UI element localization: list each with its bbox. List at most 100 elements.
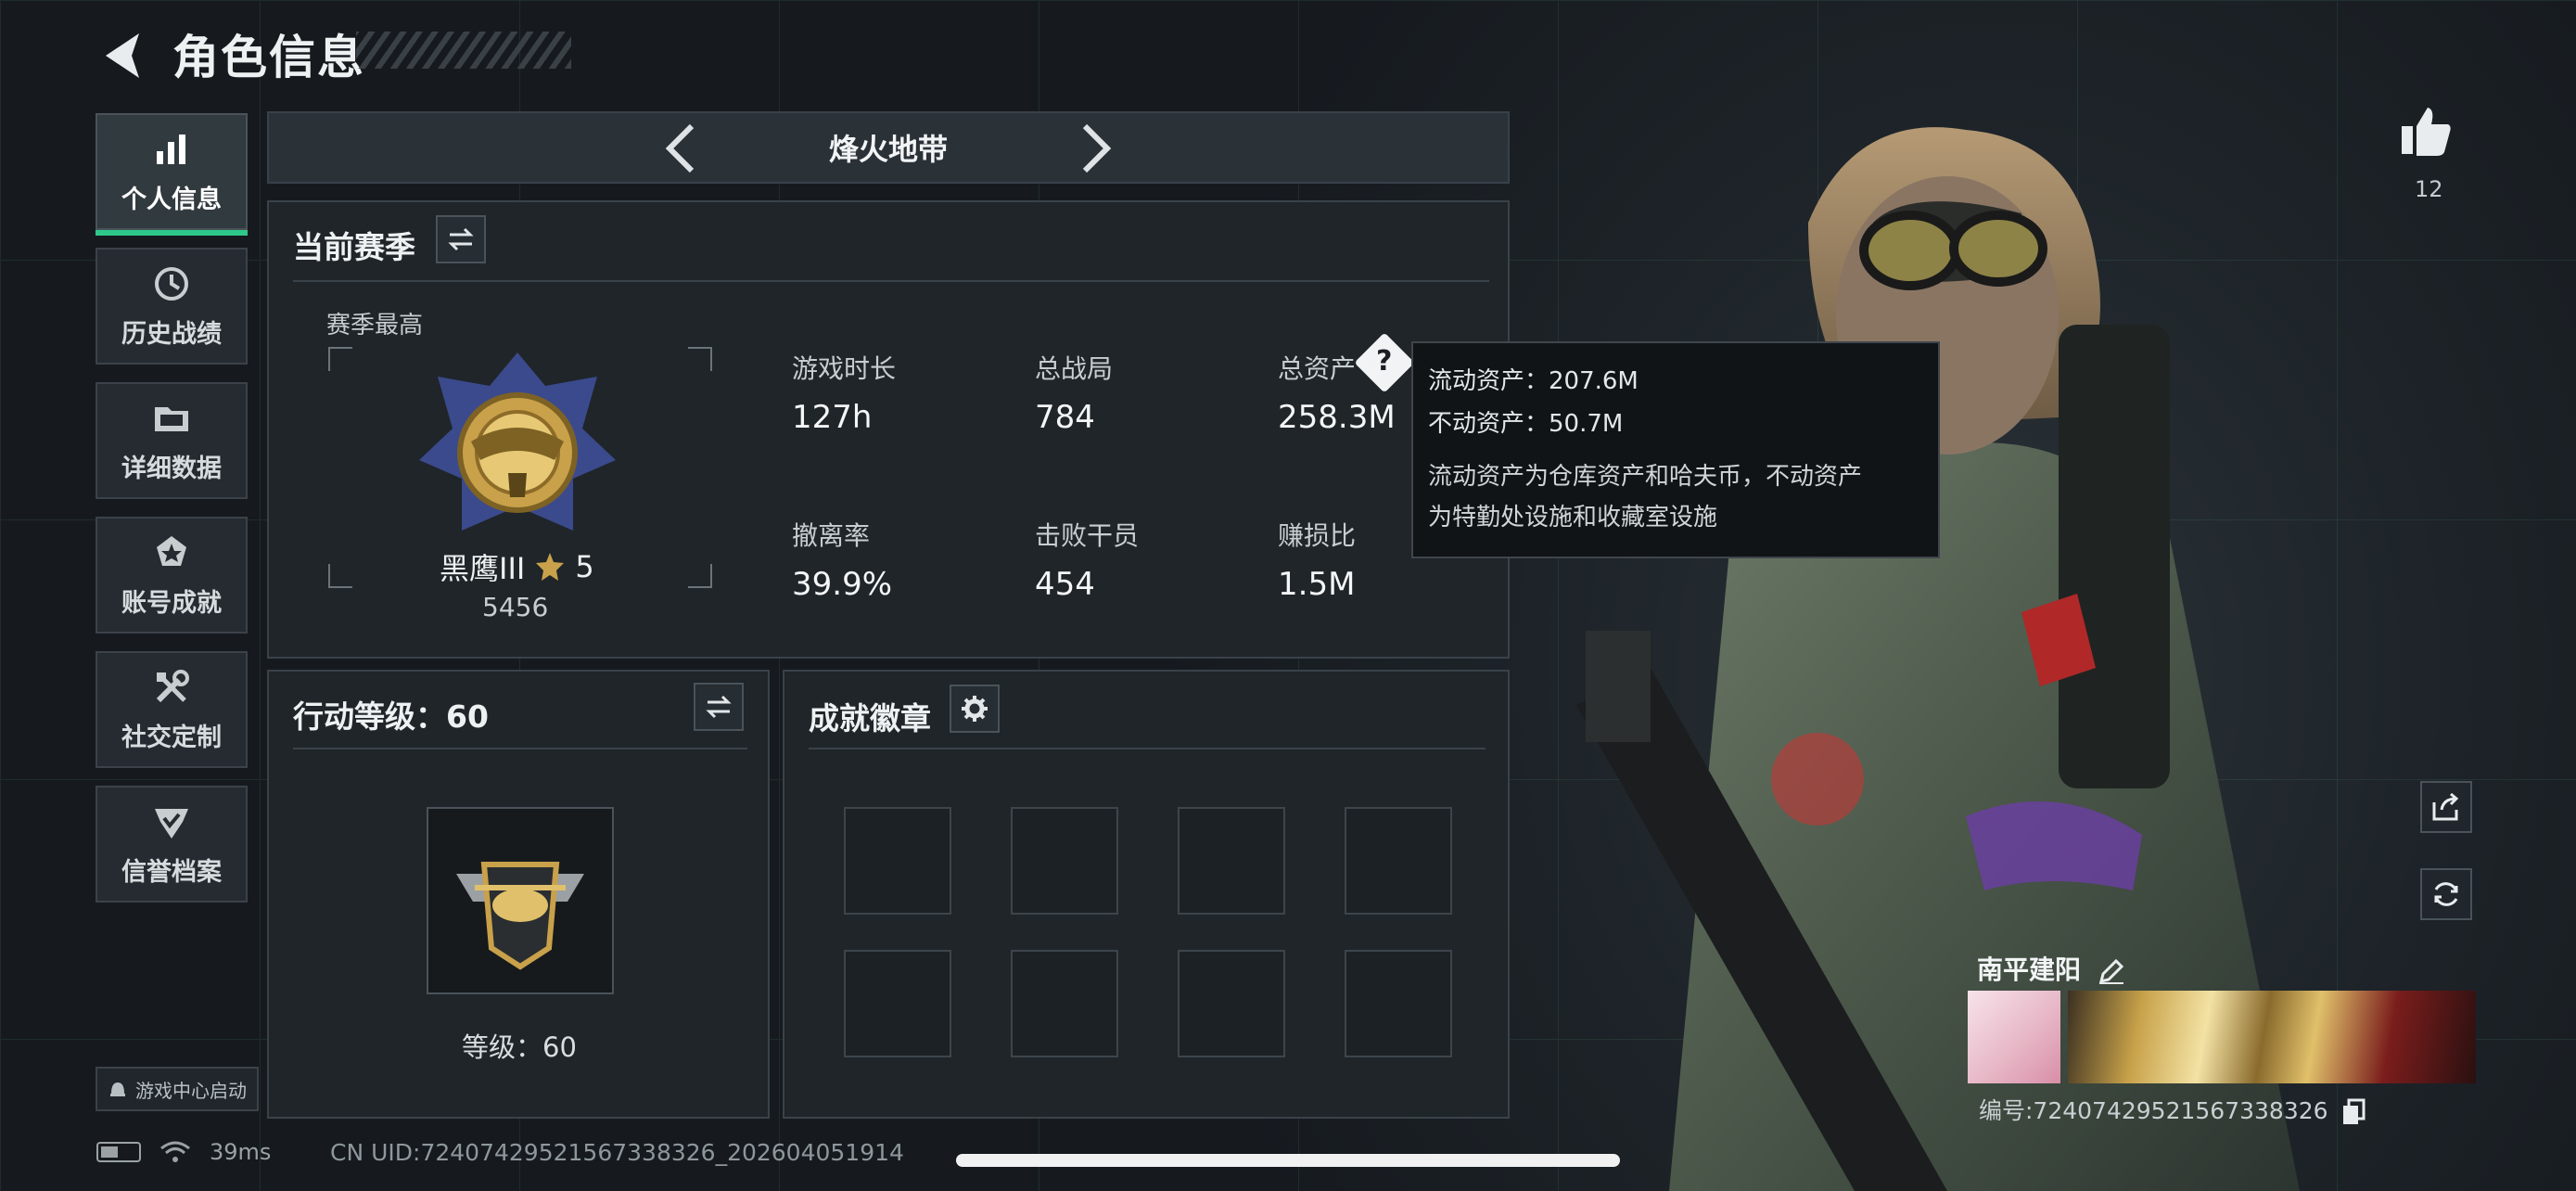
badge-slot[interactable] <box>1178 950 1285 1057</box>
badge-settings-button[interactable] <box>950 685 1000 733</box>
player-id: 编号:7240742952156733832​6 <box>1979 1097 2328 1124</box>
medal-icon <box>157 535 186 566</box>
refresh-icon <box>2434 882 2458 906</box>
bar-chart-icon <box>157 134 185 164</box>
shield-check-icon <box>155 808 188 839</box>
nav-label: 详细数据 <box>121 454 222 483</box>
nav-label: 社交定制 <box>121 723 222 752</box>
season-best-label: 赛季最高 <box>326 312 424 339</box>
nav-item-credit-record[interactable]: 信誉档案 <box>96 786 248 903</box>
help-glyph: ? <box>1376 345 1393 378</box>
tools-icon <box>156 669 189 702</box>
home-indicator[interactable] <box>956 1154 1620 1167</box>
chevron-left-icon[interactable] <box>662 122 699 174</box>
stat-value: 127h <box>792 399 873 436</box>
back-icon[interactable] <box>96 28 152 83</box>
rank-name: 黑鹰III <box>440 551 526 586</box>
rank-name-row: 黑鹰III 5 <box>440 545 594 588</box>
stat-profit-loss-ratio: 赚损比 1.5M <box>1278 516 1356 603</box>
refresh-button[interactable] <box>2420 868 2472 920</box>
badge-slot[interactable] <box>1011 807 1118 915</box>
title-decoration <box>356 32 571 69</box>
badge-slot[interactable] <box>1345 807 1452 915</box>
chevron-right-icon[interactable] <box>1078 122 1115 174</box>
stat-value: 784 <box>1035 399 1095 436</box>
action-level-panel: 行动等级：60 等级：60 <box>267 670 770 1119</box>
folder-icon <box>155 406 188 431</box>
stat-value: 1.5M <box>1278 566 1356 603</box>
badge-slot[interactable] <box>1178 807 1285 915</box>
season-title: 当前赛季 <box>293 229 415 265</box>
stat-label: 游戏时长 <box>792 353 897 384</box>
swap-icon <box>448 227 474 251</box>
mode-title: 烽火地带 <box>828 132 948 167</box>
season-switch-button[interactable] <box>436 215 486 263</box>
stat-label: 撤离率 <box>792 520 871 551</box>
copy-icon[interactable] <box>2341 1098 2366 1126</box>
tooltip-desc-line: 流动资产为仓库资产和哈夫币，不动资产 <box>1428 463 1863 491</box>
stat-label: 总战局 <box>1035 353 1114 384</box>
assets-tooltip: 流动资产：207.6M 不动资产：50.7M 流动资产为仓库资产和哈夫币，不动资… <box>1411 341 1940 558</box>
share-icon <box>2432 792 2459 821</box>
badge-slot[interactable] <box>844 807 951 915</box>
player-name: 南平建阳 <box>1977 954 2082 985</box>
profile-avatar-card[interactable] <box>1968 991 2060 1083</box>
edit-pencil-icon[interactable] <box>2098 957 2125 985</box>
stat-label: 赚损比 <box>1278 520 1357 551</box>
level-switch-button[interactable] <box>694 683 744 731</box>
season-panel: 当前赛季 赛季最高 黑鹰III 5 5456 游戏时长 127h 总战局 784… <box>267 200 1510 659</box>
uid-text: CN UID:7240742952156733832​6_20260405191… <box>330 1139 904 1166</box>
nav-item-achievements[interactable]: 账号成就 <box>96 517 248 634</box>
stat-operators-defeated: 击败干员 454 <box>1035 516 1139 603</box>
badge-slot[interactable] <box>1011 950 1118 1057</box>
stat-play-time: 游戏时长 127h <box>792 349 896 436</box>
badge-slot[interactable] <box>1345 950 1452 1057</box>
like-count: 12 <box>2415 176 2443 202</box>
mode-selector: 烽火地带 <box>267 111 1510 184</box>
divider <box>293 280 1489 282</box>
rank-emblem-icon <box>419 352 616 531</box>
stat-extraction-rate: 撤离率 39.9% <box>792 516 892 603</box>
divider <box>809 748 1486 749</box>
status-bar: 39ms <box>96 1139 271 1165</box>
stat-total-matches: 总战局 784 <box>1035 349 1113 436</box>
nav-label: 个人信息 <box>121 185 222 214</box>
badge-slot[interactable] <box>844 950 951 1057</box>
nav-item-history[interactable]: 历史战绩 <box>96 248 248 365</box>
rank-stars: 5 <box>575 549 594 584</box>
nav-label: 历史战绩 <box>121 319 222 349</box>
achievements-title: 成就徽章 <box>809 700 931 736</box>
profile-banner-card[interactable] <box>2068 991 2476 1083</box>
tooltip-desc-line: 为特勤处设施和收藏室设施 <box>1428 504 1718 531</box>
action-level-title: 行动等级：60 <box>293 698 489 735</box>
history-clock-icon <box>155 266 188 301</box>
nav-label: 信誉档案 <box>121 857 222 887</box>
game-center-launch-button[interactable]: 游戏中心启动 <box>96 1067 259 1111</box>
side-nav: 个人信息 历史战绩 详细数据 账号成就 社交定制 信誉档案 <box>96 113 248 920</box>
stat-value: 258.3M <box>1278 399 1396 436</box>
nav-label: 账号成就 <box>121 588 222 618</box>
stat-value: 454 <box>1035 566 1095 603</box>
bell-icon <box>110 1082 125 1096</box>
share-button[interactable] <box>2420 781 2472 833</box>
nav-item-detailed-data[interactable]: 详细数据 <box>96 382 248 499</box>
level-emblem-frame <box>427 807 614 994</box>
nav-item-personal-info[interactable]: 个人信息 <box>96 113 248 236</box>
gear-icon <box>962 696 988 722</box>
nav-item-social-custom[interactable]: 社交定制 <box>96 651 248 768</box>
game-center-label: 游戏中心启动 <box>135 1079 247 1102</box>
achievement-badges-panel: 成就徽章 <box>783 670 1510 1119</box>
helicopter-emblem-icon <box>456 862 584 970</box>
tooltip-description: 流动资产为仓库资产和哈夫币，不动资产 为特勤处设施和收藏室设施 <box>1428 456 1923 538</box>
stat-value: 39.9% <box>792 566 893 603</box>
star-icon <box>536 553 565 581</box>
player-id-row: 编号:7240742952156733832​6 <box>1979 1093 2366 1126</box>
stat-label: 击败干员 <box>1035 520 1140 551</box>
tooltip-liquid-assets: 流动资产：207.6M <box>1428 367 1639 395</box>
player-name-row: 南平建阳 <box>1977 950 2125 987</box>
divider <box>293 748 747 749</box>
thumbs-up-icon[interactable] <box>2398 104 2454 160</box>
level-label: 等级：60 <box>462 1031 577 1063</box>
rank-points: 5456 <box>482 592 549 622</box>
swap-icon <box>706 695 732 719</box>
